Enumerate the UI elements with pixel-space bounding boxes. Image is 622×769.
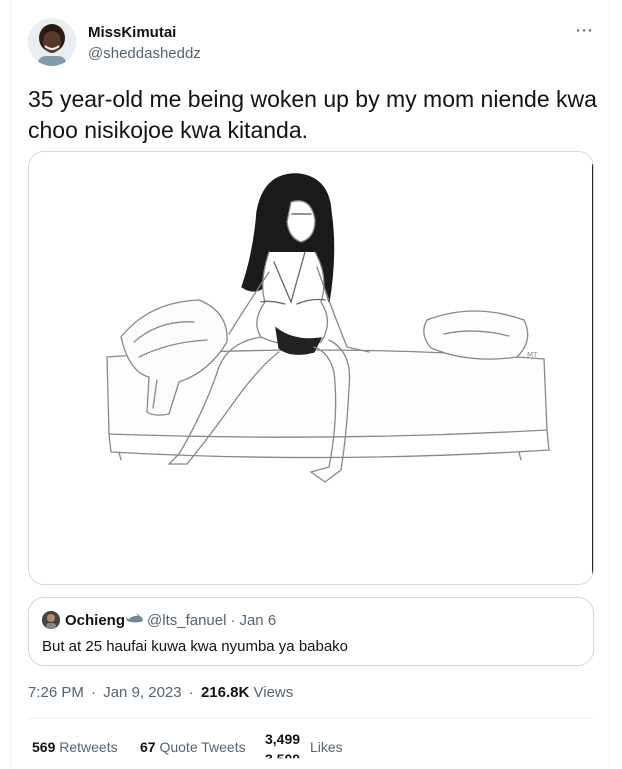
tweet-time[interactable]: 7:26 PM: [28, 684, 84, 701]
quoted-tweet-header: Ochieng @lts_fanuel · Jan 6: [42, 611, 276, 629]
views-label: Views: [253, 684, 294, 701]
divider: [28, 718, 594, 719]
tweet-media[interactable]: MT: [28, 151, 594, 585]
quoted-handle: @lts_fanuel: [147, 611, 227, 629]
engagement-stats: 569 Retweets 67 Quote Tweets 3,499 3,500…: [32, 731, 592, 769]
likes-label: Likes: [310, 739, 343, 755]
quoted-display-name: Ochieng: [65, 611, 126, 629]
quoted-date: Jan 6: [239, 611, 277, 629]
quote-tweets-stat[interactable]: 67 Quote Tweets: [140, 739, 246, 755]
quotes-count: 67: [140, 739, 156, 755]
likes-stat[interactable]: 3,499 3,500 Likes: [265, 731, 345, 769]
views-count[interactable]: 216.8K: [201, 684, 249, 701]
quoted-avatar: [42, 611, 60, 629]
artist-signature: MT: [527, 351, 538, 359]
sketch-illustration: MT: [29, 152, 593, 584]
quoted-avatar-photo: [42, 611, 60, 629]
meta-separator: ·: [188, 684, 194, 701]
author-handle[interactable]: @sheddasheddz: [88, 44, 201, 64]
display-name[interactable]: MissKimutai: [88, 24, 201, 42]
quotes-label: Quote Tweets: [159, 739, 246, 755]
retweets-stat[interactable]: 569 Retweets: [32, 739, 118, 755]
author-block: MissKimutai @sheddasheddz: [88, 24, 201, 64]
avatar[interactable]: [28, 18, 76, 66]
tweet-date[interactable]: Jan 9, 2023: [103, 684, 181, 701]
quoted-separator: ·: [230, 611, 236, 629]
quoted-text: But at 25 haufai kuwa kwa nyumba ya baba…: [42, 638, 349, 655]
retweets-count: 569: [32, 739, 56, 755]
tweet-text: 35 year-old me being woken up by my mom …: [28, 86, 597, 143]
shark-icon: [126, 612, 144, 628]
likes-count: 3,499: [265, 731, 301, 747]
more-options-icon[interactable]: ⋯: [575, 20, 594, 41]
avatar-photo: [28, 18, 76, 66]
tweet-meta: 7:26 PM · Jan 9, 2023 · 216.8K Views: [28, 684, 293, 701]
quoted-tweet[interactable]: Ochieng @lts_fanuel · Jan 6 But at 25 ha…: [28, 597, 594, 666]
likes-count-next: 3,500: [265, 751, 301, 767]
meta-separator: ·: [91, 684, 97, 701]
retweets-label: Retweets: [59, 739, 118, 755]
